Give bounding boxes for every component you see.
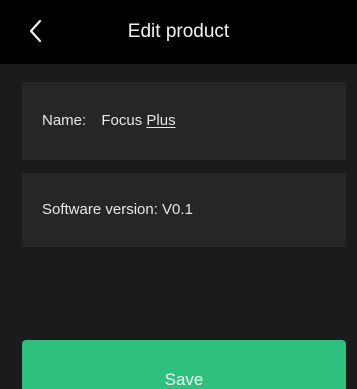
product-name-row[interactable]: Name: Focus Plus (22, 82, 346, 160)
top-bar: Edit product (0, 0, 357, 64)
edit-product-screen: Edit product Name: Focus Plus Software v… (0, 0, 357, 389)
product-name-value-underlined[interactable]: Plus (146, 112, 175, 130)
save-button[interactable]: Save (22, 340, 346, 389)
page-title: Edit product (127, 21, 230, 42)
software-version-row: Software version: V0.1 (22, 173, 346, 247)
save-button-label: Save (164, 370, 204, 389)
product-name-value-prefix[interactable]: Focus (101, 112, 142, 130)
software-version-text: Software version: V0.1 (42, 201, 193, 218)
product-name-text: Name: Focus Plus (42, 112, 176, 130)
product-name-label: Name: (42, 112, 87, 129)
